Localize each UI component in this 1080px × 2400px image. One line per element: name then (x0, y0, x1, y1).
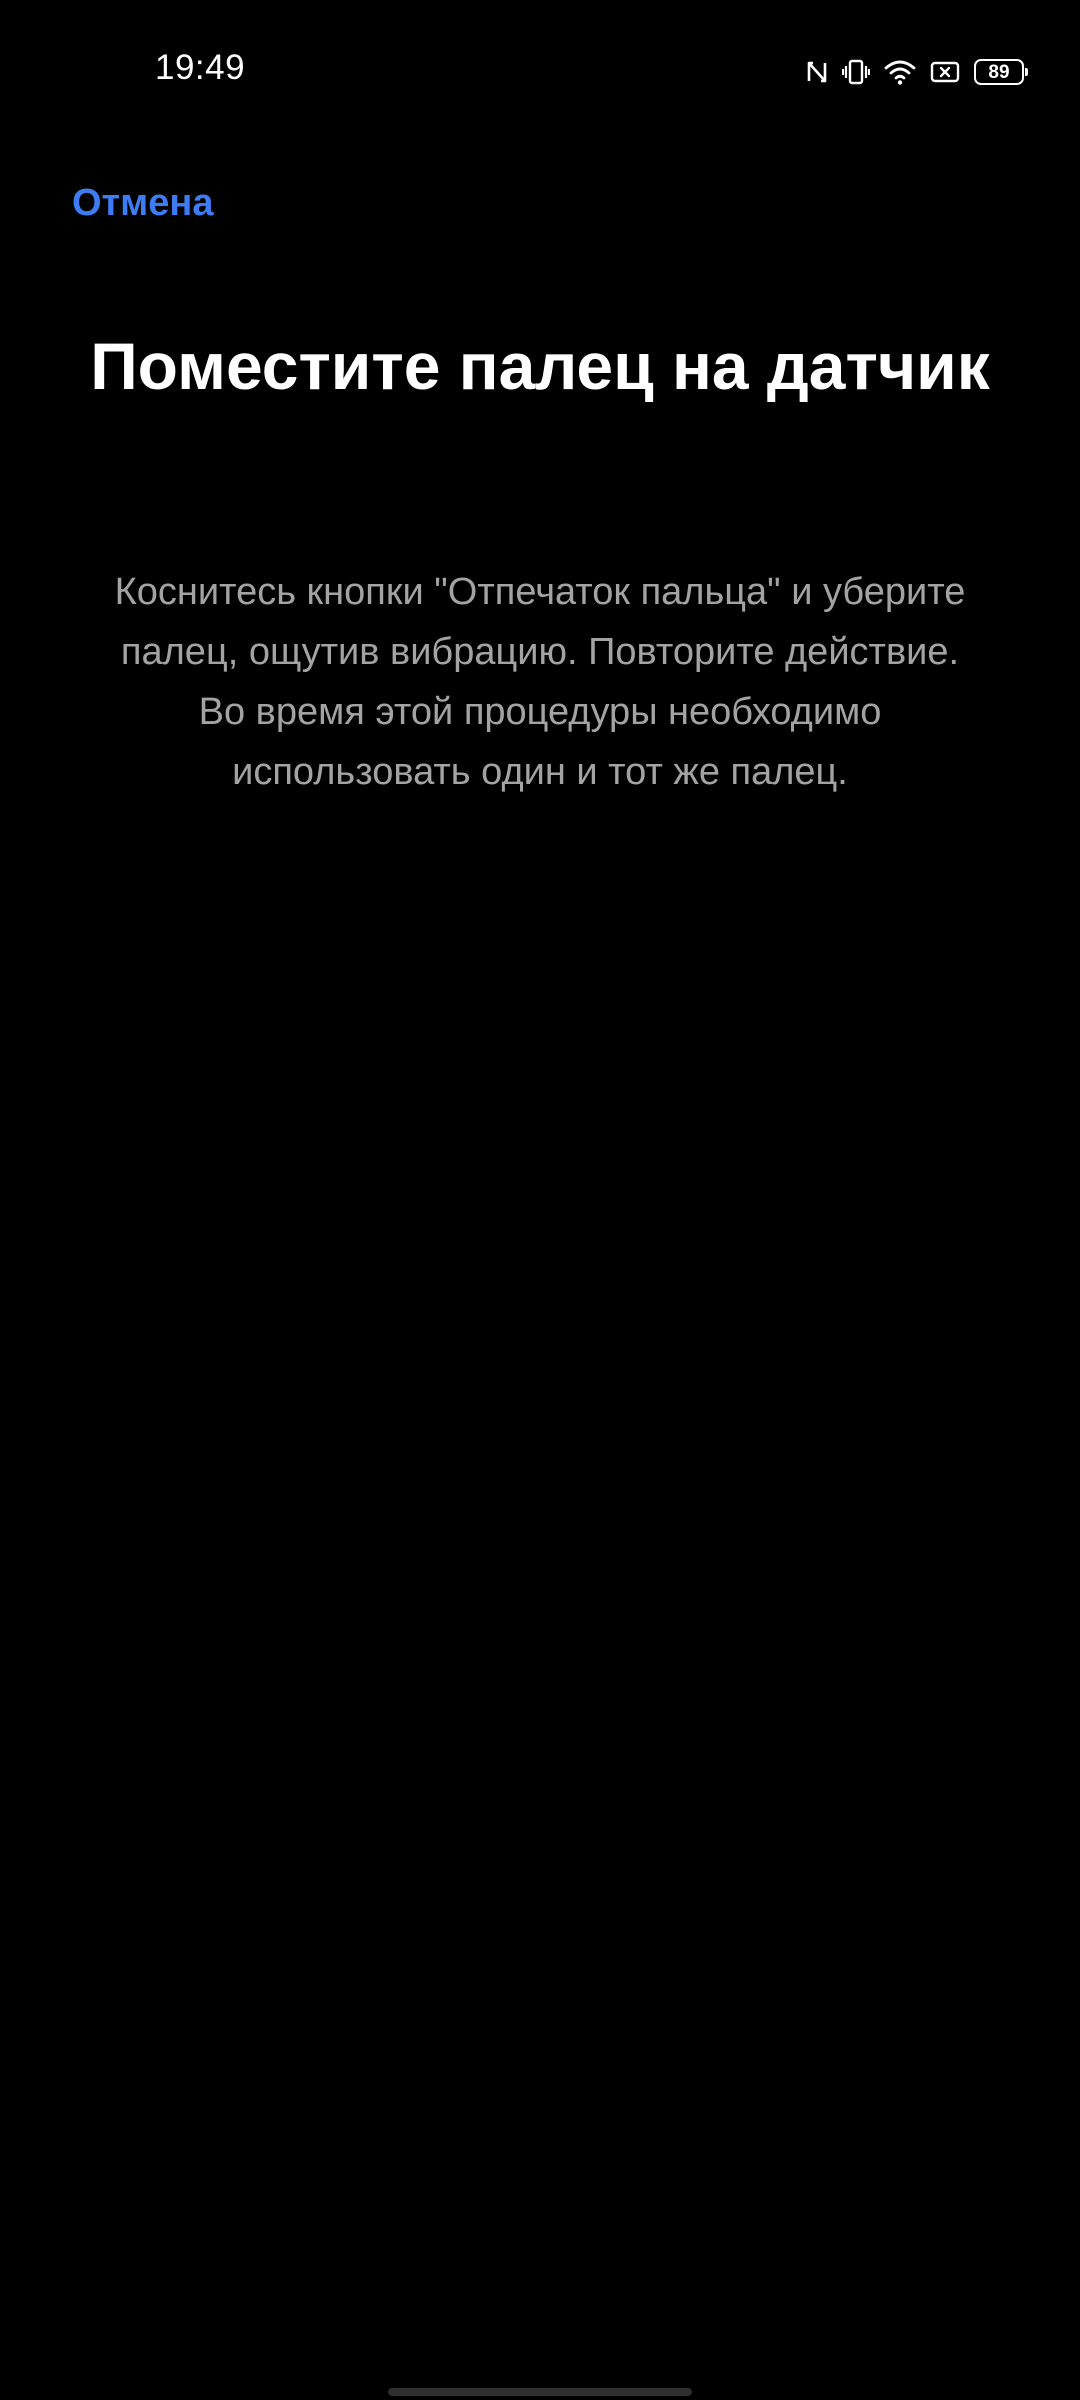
screen-record-icon (930, 59, 960, 85)
status-icons: 89 (806, 54, 1028, 90)
nfc-icon (806, 59, 828, 85)
status-bar: 19:49 89 (0, 0, 1080, 120)
cancel-button[interactable]: Отмена (72, 182, 214, 225)
vibrate-icon (842, 58, 870, 86)
home-indicator[interactable] (388, 2388, 692, 2396)
instruction-paragraph-1: Коснитесь кнопки "Отпечаток пальца" и уб… (114, 571, 966, 673)
instruction-paragraph-2: Во время этой процедуры необходимо испол… (198, 691, 882, 793)
wifi-icon (884, 59, 916, 85)
page-title: Поместите палец на датчик (90, 329, 990, 403)
instructions-text: Коснитесь кнопки "Отпечаток пальца" и уб… (80, 562, 1000, 802)
battery-icon: 89 (974, 59, 1028, 85)
status-time: 19:49 (155, 48, 246, 87)
battery-level: 89 (988, 61, 1010, 83)
